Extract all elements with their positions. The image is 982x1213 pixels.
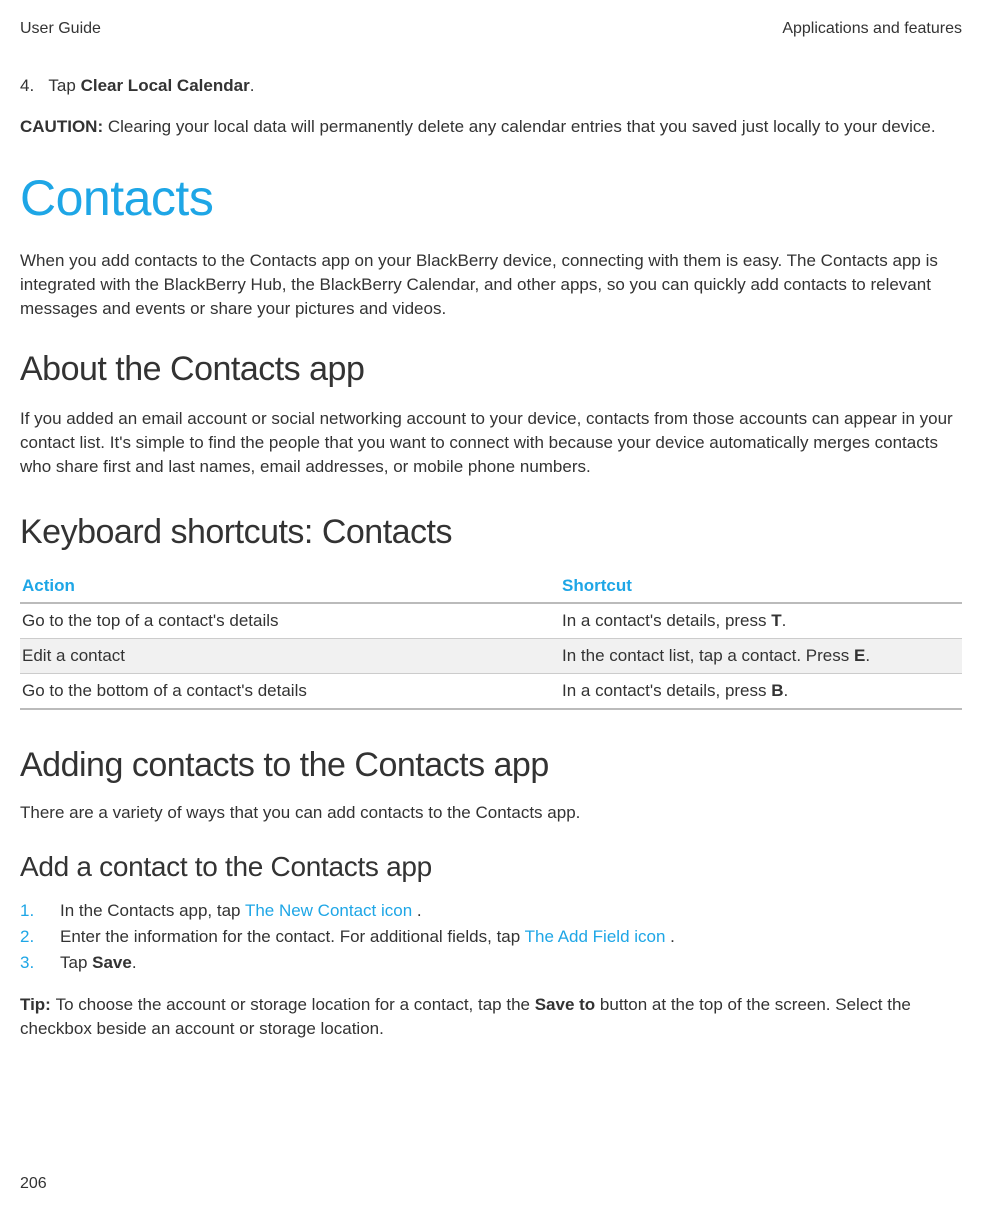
step-num: 1. [20,901,60,921]
tip-label: Tip: [20,995,56,1014]
list-item: 2. Enter the information for the contact… [20,927,962,947]
add-field-icon: The Add Field icon [525,927,671,946]
cell-shortcut: In the contact list, tap a contact. Pres… [562,646,960,666]
table-row: Go to the bottom of a contact's details … [20,674,962,710]
adding-subtitle: There are a variety of ways that you can… [20,803,962,823]
table-head: Action Shortcut [20,570,962,604]
about-heading: About the Contacts app [20,350,962,389]
page-header: User Guide Applications and features [20,20,962,38]
caution-note: CAUTION: Clearing your local data will p… [20,116,962,139]
table-row: Go to the top of a contact's details In … [20,604,962,639]
step-bold: Clear Local Calendar [81,76,250,95]
step-prefix: Tap [48,76,80,95]
th-action: Action [20,570,560,602]
list-item: 3. Tap Save. [20,953,962,973]
new-contact-icon: The New Contact icon [245,901,417,920]
adding-heading: Adding contacts to the Contacts app [20,746,962,785]
shortcuts-heading: Keyboard shortcuts: Contacts [20,513,962,552]
about-text: If you added an email account or social … [20,407,962,478]
page-number: 206 [20,1175,47,1193]
cell-action: Go to the bottom of a contact's details [22,681,562,701]
th-shortcut: Shortcut [560,570,962,602]
step-4: 4. Tap Clear Local Calendar. [20,76,962,96]
cell-shortcut: In a contact's details, press B. [562,681,960,701]
caution-label: CAUTION: [20,117,108,136]
cell-shortcut: In a contact's details, press T. [562,611,960,631]
add-subheading: Add a contact to the Contacts app [20,851,962,883]
header-left: User Guide [20,20,101,38]
table-row: Edit a contact In the contact list, tap … [20,639,962,674]
section-title: Contacts [20,169,962,227]
caution-text: Clearing your local data will permanentl… [108,117,936,136]
shortcuts-table: Action Shortcut Go to the top of a conta… [20,570,962,710]
tip-note: Tip: To choose the account or storage lo… [20,993,962,1041]
cell-action: Edit a contact [22,646,562,666]
step-num: 3. [20,953,60,973]
steps-list: 1. In the Contacts app, tap The New Cont… [20,901,962,973]
step-suffix: . [250,76,255,95]
header-right: Applications and features [782,20,962,38]
cell-action: Go to the top of a contact's details [22,611,562,631]
step-num: 4. [20,76,44,96]
list-item: 1. In the Contacts app, tap The New Cont… [20,901,962,921]
step-num: 2. [20,927,60,947]
intro-text: When you add contacts to the Contacts ap… [20,249,962,320]
